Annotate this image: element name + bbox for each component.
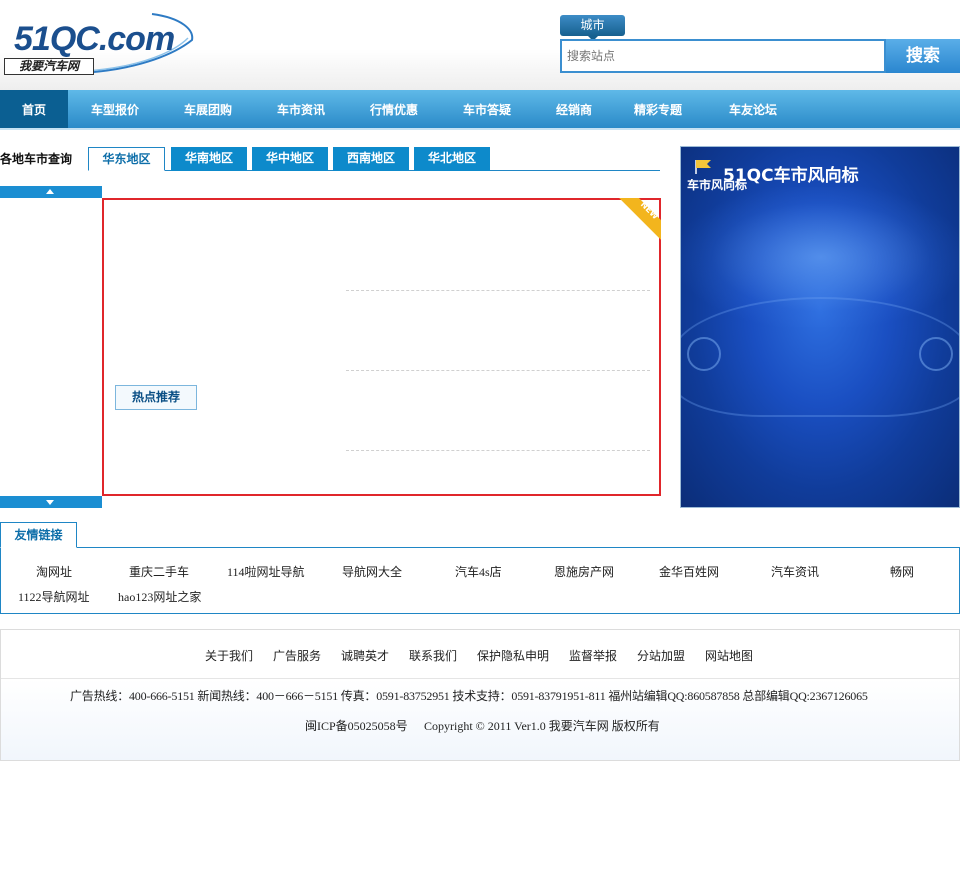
footer-info: 广告热线：400-666-5151 新闻热线：400－666－5151 传真：0…: [1, 678, 959, 760]
headlight-right-icon: [919, 337, 953, 371]
new-ribbon-icon: NEW: [619, 198, 661, 240]
friend-link[interactable]: 恩施房产网: [554, 563, 614, 580]
friend-link[interactable]: 1122导航网址: [18, 588, 90, 605]
nav-item-topics[interactable]: 精彩专题: [625, 90, 691, 128]
featured-content-box: NEW 热点推荐: [102, 198, 661, 496]
divider-line: [346, 370, 650, 371]
hot-tag-underline: [115, 409, 197, 410]
city-select-button[interactable]: 城市: [560, 15, 625, 41]
new-badge: NEW: [638, 199, 661, 222]
friend-link[interactable]: 汽车4s店: [455, 563, 502, 580]
headlight-left-icon: [687, 337, 721, 371]
site-footer: 关于我们 广告服务 诚聘英才 联系我们 保护隐私申明 监督举报 分站加盟 网站地…: [0, 629, 960, 761]
flag-icon: [695, 160, 711, 174]
divider-line: [346, 290, 650, 291]
footer-contact: 广告热线：400-666-5151 新闻热线：400－666－5151 传真：0…: [70, 689, 868, 703]
region-title: 各地车市查询: [0, 152, 73, 166]
banner-subtitle: 车市风向标: [687, 179, 748, 191]
nav-item-qa[interactable]: 车市答疑: [454, 90, 520, 128]
friend-links-title: 友情链接: [0, 522, 77, 548]
main-nav: 首页 车型报价 车展团购 车市资讯 行情优惠 车市答疑 经销商 精彩专题 车友论…: [0, 90, 960, 130]
footer-copyright: Copyright © 2011 Ver1.0 我要汽车网 版权所有: [424, 719, 660, 733]
nav-item-dealers[interactable]: 经销商: [541, 90, 607, 128]
footer-link-franchise[interactable]: 分站加盟: [637, 647, 685, 664]
scroll-up-button[interactable]: [0, 186, 102, 198]
tab-north-china[interactable]: 华北地区: [414, 147, 490, 171]
footer-link-privacy[interactable]: 保护隐私申明: [477, 647, 549, 664]
footer-link-sitemap[interactable]: 网站地图: [705, 647, 753, 664]
site-logo[interactable]: 51QC.com 我要汽车网: [2, 10, 197, 78]
nav-item-news[interactable]: 车市资讯: [268, 90, 334, 128]
nav-item-forum[interactable]: 车友论坛: [720, 90, 786, 128]
friend-link[interactable]: 汽车资讯: [771, 563, 819, 580]
logo-subtitle: 我要汽车网: [4, 58, 94, 75]
tab-central-china[interactable]: 华中地区: [252, 147, 328, 171]
friend-links-box: 淘网址 重庆二手车 114啦网址导航 导航网大全 汽车4s店 恩施房产网 金华百…: [0, 547, 960, 614]
nav-item-expo[interactable]: 车展团购: [175, 90, 241, 128]
car-silhouette-icon: [681, 297, 959, 417]
footer-link-about[interactable]: 关于我们: [205, 647, 253, 664]
friend-link[interactable]: 导航网大全: [342, 563, 402, 580]
friend-link[interactable]: 金华百姓网: [659, 563, 719, 580]
site-header: 51QC.com 我要汽车网 城市 搜索: [0, 0, 960, 90]
market-banner[interactable]: 51QC车市风向标 车市风向标: [680, 146, 960, 508]
footer-icp[interactable]: 闽ICP备05025058号: [305, 717, 408, 734]
hot-recommend-tab[interactable]: 热点推荐: [115, 385, 197, 410]
tab-east-china[interactable]: 华东地区: [88, 147, 165, 171]
friend-link[interactable]: 畅网: [890, 563, 914, 580]
friend-link[interactable]: 淘网址: [36, 563, 72, 580]
arrow-down-icon: [46, 500, 54, 505]
search-box: [560, 39, 886, 73]
arrow-up-icon: [46, 189, 54, 194]
logo-text: 51QC.com: [14, 20, 175, 58]
tab-southwest-china[interactable]: 西南地区: [333, 147, 409, 171]
nav-item-prices[interactable]: 车型报价: [82, 90, 148, 128]
footer-link-jobs[interactable]: 诚聘英才: [341, 647, 389, 664]
search-button[interactable]: 搜索: [886, 39, 960, 73]
nav-item-home[interactable]: 首页: [0, 90, 68, 128]
friend-link[interactable]: hao123网址之家: [118, 588, 201, 605]
footer-link-report[interactable]: 监督举报: [569, 647, 617, 664]
footer-link-ads[interactable]: 广告服务: [273, 647, 321, 664]
nav-item-deals[interactable]: 行情优惠: [361, 90, 427, 128]
friend-link[interactable]: 重庆二手车: [129, 563, 189, 580]
scroll-down-button[interactable]: [0, 496, 102, 508]
footer-link-contact[interactable]: 联系我们: [409, 647, 457, 664]
search-input[interactable]: [562, 41, 884, 71]
tab-south-china[interactable]: 华南地区: [171, 147, 247, 171]
friend-link[interactable]: 114啦网址导航: [227, 563, 305, 580]
divider-line: [346, 450, 650, 451]
